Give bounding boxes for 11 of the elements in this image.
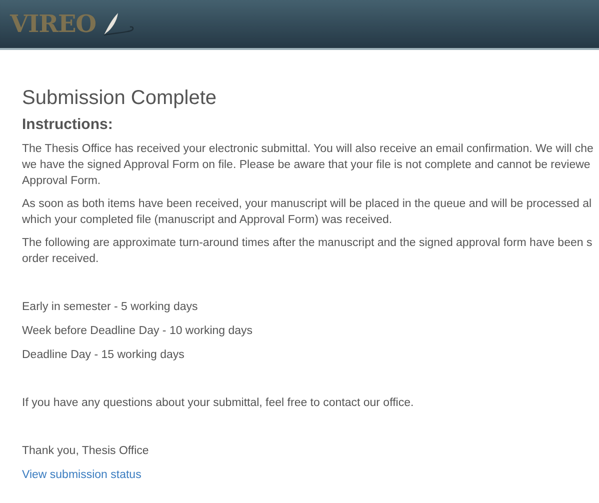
instructions-heading: Instructions: — [22, 116, 114, 134]
turnaround-time: Early in semester - 5 working days — [22, 300, 198, 315]
paragraph: As soon as both items have been received, your manuscript will be placed in the queue and will be processed al which your completed file (manuscript and Approval Form) was received. — [22, 197, 592, 228]
page-title: Submission Complete — [22, 86, 218, 110]
paragraph: The following are approximate turn-around times after the manuscript and the signed approval form have been s order received. — [22, 236, 592, 267]
paragraph: The Thesis Office has received your electronic submittal. You will also receive an email confirmation. We will che we have the signed Approval Form on file. Please be aware that your file is not complete and cannot be reviewe Approval Form. — [22, 142, 594, 189]
questions-text: If you have any questions about your submittal, feel free to contact our office. — [22, 396, 414, 411]
signoff-text: Thank you, Thesis Office — [22, 444, 149, 459]
turnaround-time: Week before Deadline Day - 10 working days — [22, 324, 253, 339]
turnaround-time: Deadline Day - 15 working days — [22, 348, 184, 363]
status-link[interactable]: View submission status — [22, 467, 142, 483]
